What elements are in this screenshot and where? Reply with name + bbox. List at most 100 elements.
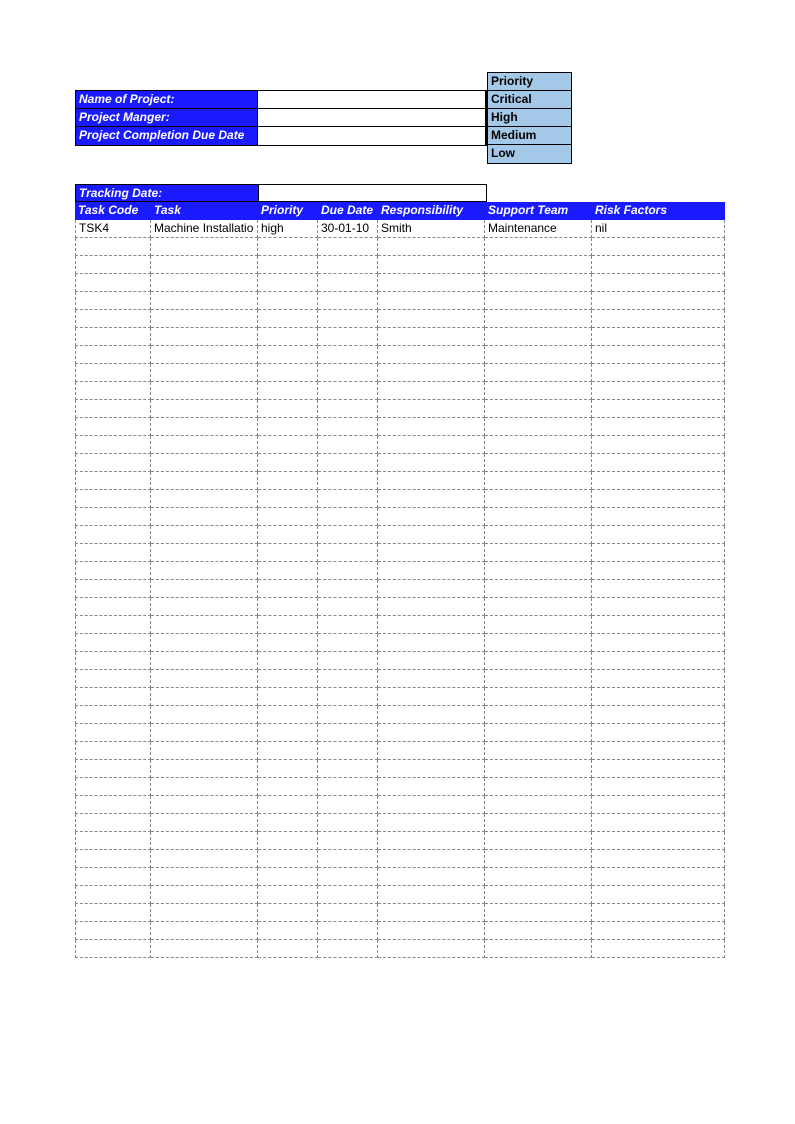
cell-task[interactable] (151, 760, 258, 778)
table-row[interactable] (75, 328, 725, 346)
cell-priority[interactable] (258, 490, 318, 508)
cell-due_date[interactable] (318, 472, 378, 490)
cell-task[interactable] (151, 832, 258, 850)
cell-risk_factors[interactable] (592, 706, 725, 724)
cell-priority[interactable] (258, 364, 318, 382)
cell-responsibility[interactable] (378, 652, 485, 670)
cell-risk_factors[interactable] (592, 598, 725, 616)
cell-responsibility[interactable] (378, 742, 485, 760)
cell-responsibility[interactable] (378, 922, 485, 940)
cell-support_team[interactable] (485, 346, 592, 364)
cell-task[interactable] (151, 652, 258, 670)
cell-due_date[interactable] (318, 634, 378, 652)
cell-priority[interactable] (258, 796, 318, 814)
cell-priority[interactable] (258, 526, 318, 544)
cell-support_team[interactable] (485, 832, 592, 850)
cell-responsibility[interactable] (378, 364, 485, 382)
cell-responsibility[interactable] (378, 760, 485, 778)
cell-task[interactable] (151, 310, 258, 328)
cell-priority[interactable] (258, 652, 318, 670)
cell-responsibility[interactable] (378, 544, 485, 562)
cell-support_team[interactable] (485, 490, 592, 508)
cell-priority[interactable] (258, 670, 318, 688)
cell-responsibility[interactable] (378, 724, 485, 742)
cell-responsibility[interactable]: Smith (378, 220, 485, 238)
cell-support_team[interactable] (485, 616, 592, 634)
cell-risk_factors[interactable] (592, 922, 725, 940)
cell-support_team[interactable] (485, 760, 592, 778)
cell-due_date[interactable] (318, 886, 378, 904)
cell-support_team[interactable] (485, 886, 592, 904)
cell-due_date[interactable] (318, 940, 378, 958)
cell-task_code[interactable] (75, 454, 151, 472)
cell-due_date[interactable] (318, 742, 378, 760)
table-row[interactable] (75, 544, 725, 562)
cell-due_date[interactable] (318, 904, 378, 922)
cell-task_code[interactable] (75, 778, 151, 796)
cell-risk_factors[interactable] (592, 274, 725, 292)
cell-support_team[interactable] (485, 418, 592, 436)
cell-task[interactable] (151, 724, 258, 742)
cell-task_code[interactable] (75, 868, 151, 886)
cell-task_code[interactable] (75, 310, 151, 328)
cell-support_team[interactable] (485, 526, 592, 544)
table-row[interactable] (75, 904, 725, 922)
cell-responsibility[interactable] (378, 796, 485, 814)
cell-task[interactable] (151, 544, 258, 562)
cell-risk_factors[interactable] (592, 760, 725, 778)
cell-responsibility[interactable] (378, 400, 485, 418)
cell-task_code[interactable] (75, 328, 151, 346)
cell-task[interactable] (151, 688, 258, 706)
table-row[interactable] (75, 706, 725, 724)
cell-task[interactable] (151, 364, 258, 382)
cell-task_code[interactable] (75, 562, 151, 580)
cell-due_date[interactable] (318, 814, 378, 832)
cell-priority[interactable] (258, 598, 318, 616)
cell-risk_factors[interactable] (592, 778, 725, 796)
cell-responsibility[interactable] (378, 814, 485, 832)
cell-due_date[interactable] (318, 256, 378, 274)
cell-task_code[interactable] (75, 634, 151, 652)
cell-due_date[interactable] (318, 454, 378, 472)
table-row[interactable] (75, 454, 725, 472)
cell-responsibility[interactable] (378, 904, 485, 922)
table-row[interactable] (75, 814, 725, 832)
cell-due_date[interactable] (318, 688, 378, 706)
cell-priority[interactable] (258, 706, 318, 724)
table-row[interactable] (75, 256, 725, 274)
cell-task[interactable] (151, 328, 258, 346)
cell-task[interactable] (151, 706, 258, 724)
cell-priority[interactable] (258, 328, 318, 346)
cell-priority[interactable] (258, 688, 318, 706)
cell-task_code[interactable] (75, 814, 151, 832)
table-row[interactable] (75, 346, 725, 364)
cell-risk_factors[interactable] (592, 868, 725, 886)
cell-risk_factors[interactable] (592, 742, 725, 760)
cell-task_code[interactable] (75, 760, 151, 778)
cell-due_date[interactable] (318, 778, 378, 796)
cell-task[interactable] (151, 454, 258, 472)
cell-priority[interactable] (258, 292, 318, 310)
cell-responsibility[interactable] (378, 454, 485, 472)
cell-task_code[interactable] (75, 490, 151, 508)
cell-task_code[interactable] (75, 544, 151, 562)
cell-task[interactable] (151, 346, 258, 364)
cell-due_date[interactable] (318, 562, 378, 580)
cell-task_code[interactable] (75, 526, 151, 544)
cell-due_date[interactable] (318, 724, 378, 742)
table-row[interactable] (75, 526, 725, 544)
cell-priority[interactable] (258, 868, 318, 886)
cell-task_code[interactable] (75, 382, 151, 400)
cell-support_team[interactable] (485, 544, 592, 562)
cell-risk_factors[interactable] (592, 580, 725, 598)
table-row[interactable] (75, 238, 725, 256)
cell-risk_factors[interactable] (592, 418, 725, 436)
cell-risk_factors[interactable] (592, 292, 725, 310)
cell-risk_factors[interactable] (592, 814, 725, 832)
table-row[interactable] (75, 418, 725, 436)
cell-due_date[interactable] (318, 598, 378, 616)
cell-responsibility[interactable] (378, 598, 485, 616)
cell-support_team[interactable] (485, 652, 592, 670)
cell-due_date[interactable] (318, 238, 378, 256)
cell-priority[interactable] (258, 886, 318, 904)
